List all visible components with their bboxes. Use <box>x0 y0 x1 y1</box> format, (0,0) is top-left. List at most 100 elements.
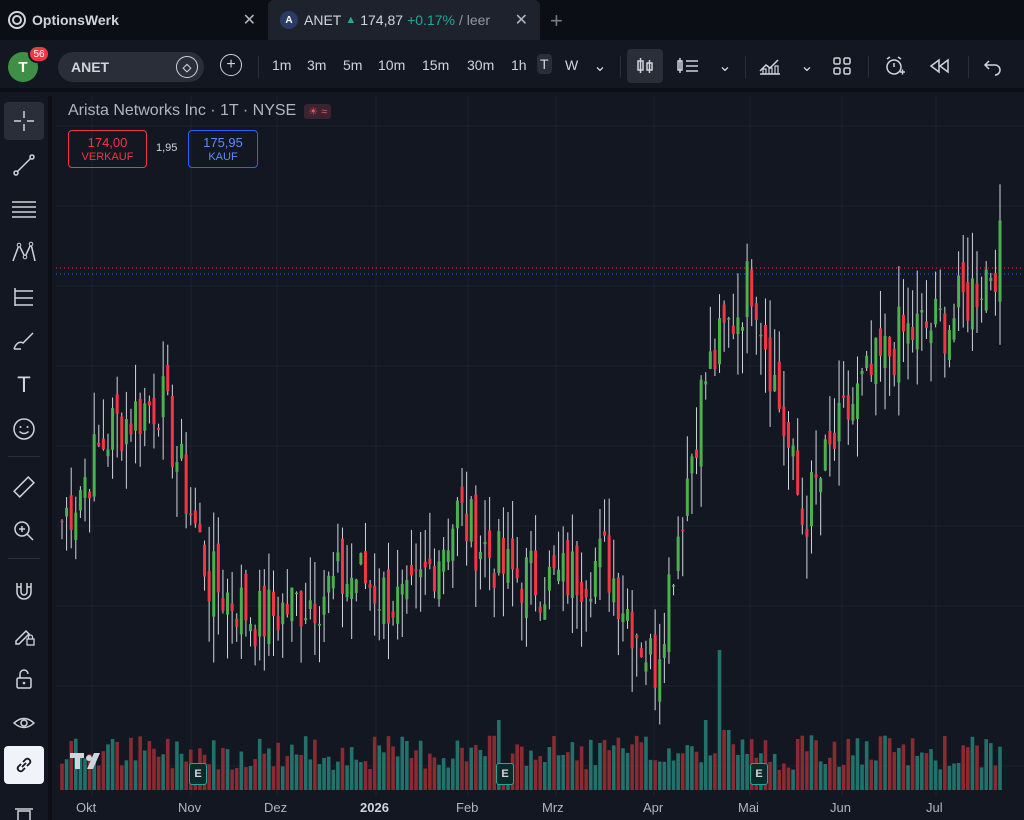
buy-button[interactable]: 175,95 KAUF <box>188 130 258 168</box>
timeframe-1m[interactable]: 1m <box>272 57 291 73</box>
symbol-info-icon[interactable]: ◇ <box>176 56 198 78</box>
volume-bar <box>556 755 561 790</box>
candle-body <box>695 449 699 459</box>
candle-body <box>584 588 588 597</box>
candle-body <box>685 478 689 516</box>
volume-bar <box>841 764 846 790</box>
volume-bar <box>446 767 451 790</box>
compare-add-icon[interactable]: + <box>220 54 242 76</box>
fib-retracement-icon[interactable] <box>4 190 44 228</box>
pattern-icon[interactable] <box>4 234 44 272</box>
lock-drawing-icon[interactable] <box>4 616 44 654</box>
volume-bar <box>405 740 409 790</box>
candle-body <box>405 579 409 600</box>
timeframe-1t[interactable]: T <box>537 54 552 74</box>
candle-body <box>170 396 174 468</box>
volume-bar <box>906 765 910 790</box>
timeframe-15m[interactable]: 15m <box>422 57 449 73</box>
timeframe-1h[interactable]: 1h <box>511 57 527 73</box>
spread-value: 1,95 <box>156 142 178 154</box>
chart-pane[interactable]: Arista Networks Inc · 1T · NYSE ☀ ≈ 174,… <box>56 96 1024 820</box>
candle-body <box>998 220 1002 302</box>
volume-bar <box>782 763 786 790</box>
volume-bar <box>685 745 690 790</box>
crosshair-icon[interactable] <box>4 102 44 140</box>
volume-bar <box>400 736 405 790</box>
volume-bar <box>538 756 542 790</box>
undo-icon[interactable] <box>981 54 1005 78</box>
candles-icon[interactable] <box>627 49 663 83</box>
volume-bar <box>561 754 565 790</box>
candle-body <box>603 531 607 536</box>
chevron-down-icon[interactable]: ⌄ <box>795 54 819 78</box>
link-icon[interactable] <box>4 746 44 784</box>
volume-bar <box>639 742 644 790</box>
chevron-down-icon[interactable]: ⌄ <box>713 54 737 78</box>
new-tab-icon[interactable]: + <box>550 8 563 34</box>
tab-anet[interactable]: A ANET ▲ 174,87 +0.17% / leer ✕ <box>268 0 540 40</box>
candle-body <box>152 398 156 425</box>
trash-icon[interactable] <box>4 796 44 820</box>
volume-bar <box>280 766 285 790</box>
symbol-search[interactable]: ANET ◇ <box>58 52 204 82</box>
eye-icon[interactable] <box>4 704 44 742</box>
timeframe-5m[interactable]: 5m <box>343 57 362 73</box>
candle-body <box>400 583 404 595</box>
volume-bar <box>331 769 336 790</box>
alarm-add-icon[interactable] <box>883 54 907 78</box>
chart-type-icon[interactable] <box>758 54 782 78</box>
lock-icon[interactable] <box>4 660 44 698</box>
layout-grid-icon[interactable] <box>830 54 854 78</box>
ruler-icon[interactable] <box>4 468 44 506</box>
candle-body <box>626 608 630 621</box>
volume-bar <box>464 761 469 790</box>
magnet-icon[interactable] <box>4 572 44 610</box>
timeframe-3m[interactable]: 3m <box>307 57 326 73</box>
volume-bar <box>487 735 492 790</box>
volume-bar <box>165 738 170 790</box>
close-icon[interactable]: ✕ <box>243 10 256 30</box>
volume-bar <box>138 736 142 790</box>
x-axis-label: Mrz <box>542 800 564 815</box>
volume-bar <box>736 754 740 790</box>
candle-body <box>575 545 579 596</box>
replay-icon[interactable] <box>928 54 952 78</box>
earnings-marker[interactable]: E <box>496 763 514 785</box>
timeframe-w[interactable]: W <box>565 57 578 73</box>
candle-body <box>382 577 386 625</box>
timeframe-30m[interactable]: 30m <box>467 57 494 73</box>
price-chart[interactable] <box>56 96 1024 820</box>
volume-bar <box>147 741 152 790</box>
tab-optionswerk[interactable]: OptionsWerk ✕ <box>0 0 268 40</box>
forecasting-icon[interactable] <box>4 278 44 316</box>
sell-button[interactable]: 174,00 VERKAUF <box>68 130 147 168</box>
volume-bar <box>703 720 708 790</box>
candle-body <box>350 577 354 599</box>
indicators-icon[interactable] <box>676 54 700 78</box>
earnings-marker[interactable]: E <box>750 763 768 785</box>
top-toolbar: T 56 ANET ◇ + 1m 3m 5m 10m 15m 30m 1h T … <box>0 40 1024 92</box>
candle-body <box>363 551 367 584</box>
volume-bar <box>239 751 244 790</box>
volume-bar <box>805 751 809 790</box>
volume-bar <box>409 757 414 790</box>
candle-body <box>161 376 165 418</box>
volume-bar <box>455 740 460 790</box>
trendline-icon[interactable] <box>4 146 44 184</box>
candle-body <box>658 659 662 702</box>
volume-bar <box>579 746 584 790</box>
legend-title: Arista Networks Inc · 1T · NYSE <box>68 102 297 119</box>
chevron-down-icon[interactable]: ⌄ <box>588 54 612 78</box>
volume-bar <box>961 745 966 790</box>
close-icon[interactable]: ✕ <box>515 10 528 30</box>
brush-icon[interactable] <box>4 322 44 360</box>
timeframe-10m[interactable]: 10m <box>378 57 405 73</box>
zoom-in-icon[interactable] <box>4 512 44 550</box>
candle-body <box>207 571 211 602</box>
emoji-icon[interactable] <box>4 410 44 448</box>
earnings-marker[interactable]: E <box>189 763 207 785</box>
volume-bar <box>565 752 570 790</box>
divider <box>8 456 40 457</box>
text-tool-icon[interactable]: T <box>4 366 44 404</box>
volume-bar <box>814 740 818 790</box>
